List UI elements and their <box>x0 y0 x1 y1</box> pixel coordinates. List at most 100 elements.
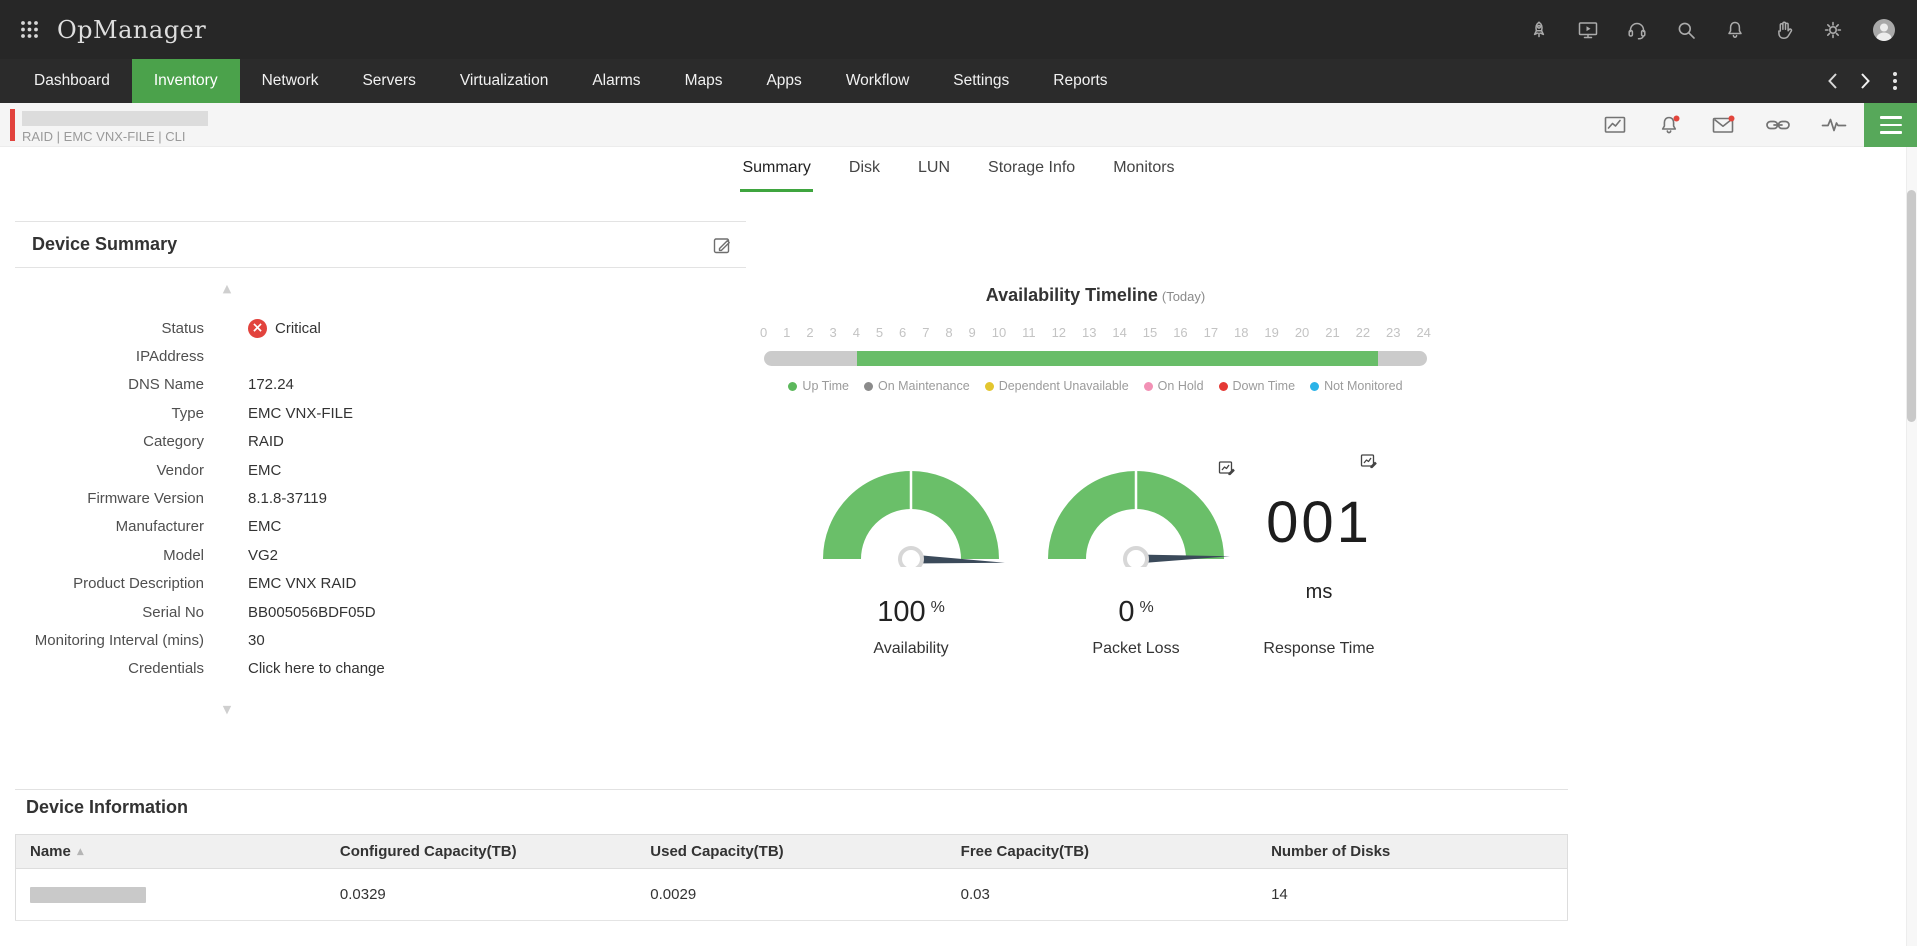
field-type: Type EMC VNX-FILE <box>171 404 354 422</box>
nav-item-dashboard[interactable]: Dashboard <box>12 59 132 103</box>
legend-not-monitored: Not Monitored <box>1310 379 1403 393</box>
availability-timeline-bar[interactable] <box>764 351 1427 366</box>
link-icon[interactable] <box>1765 113 1791 137</box>
legend-dot <box>788 381 798 391</box>
device-summary-fields: Status × Critical IPAddress DNS Name 172… <box>15 314 746 683</box>
nav-item-workflow[interactable]: Workflow <box>824 59 931 103</box>
user-avatar[interactable] <box>1871 17 1897 43</box>
topbar-actions <box>1528 17 1897 43</box>
device-summary-panel: Device Summary ▲ Status × Critical IPAdd… <box>15 221 746 721</box>
nav-item-virtualization[interactable]: Virtualization <box>438 59 570 103</box>
nav-item-alarms[interactable]: Alarms <box>570 59 662 103</box>
field-dns-name: DNS Name 172.24 <box>128 376 294 394</box>
search-icon[interactable] <box>1675 19 1697 41</box>
status-badge: Critical <box>275 319 321 337</box>
tab-disk[interactable]: Disk <box>847 159 882 192</box>
timeline-legend: Up Time On Maintenance Dependent Unavail… <box>764 379 1427 393</box>
response-time-report-icon[interactable] <box>1360 452 1377 469</box>
legend-up-time: Up Time <box>788 379 849 393</box>
column-header-used-capacity[interactable]: Used Capacity(TB) <box>636 834 947 869</box>
legend-dot <box>863 381 873 391</box>
tab-lun[interactable]: LUN <box>916 159 952 192</box>
nav-scroll-right-icon[interactable] <box>1856 68 1875 94</box>
cell-used-capacity: 0.0029 <box>636 868 947 921</box>
column-header-number-of-disks[interactable]: Number of Disks <box>1257 834 1568 869</box>
nav-item-network[interactable]: Network <box>240 59 341 103</box>
nav-more-icon[interactable] <box>1889 68 1901 94</box>
tab-storage-info[interactable]: Storage Info <box>986 159 1077 192</box>
column-header-configured-capacity[interactable]: Configured Capacity(TB) <box>325 834 637 869</box>
cell-configured-capacity: 0.0329 <box>325 868 637 921</box>
field-model: Model VG2 <box>163 546 279 564</box>
email-icon[interactable] <box>1711 113 1735 137</box>
topbar: OpManager <box>0 0 1917 59</box>
legend-on-maintenance: On Maintenance <box>863 379 970 393</box>
nav-item-servers[interactable]: Servers <box>340 59 437 103</box>
packet-loss-value: 0% <box>1118 596 1154 628</box>
device-information-divider <box>15 789 1568 790</box>
nav-item-maps[interactable]: Maps <box>663 59 745 103</box>
timeline-hour-axis: 012 345 678 9 10 11 12 13 14 15 16 17 18 19 20 2… <box>760 325 1431 340</box>
nav-scroll-left-icon[interactable] <box>1823 68 1842 94</box>
packet-loss-label: Packet Loss <box>1092 640 1180 657</box>
cell-number-of-disks: 14 <box>1257 868 1568 921</box>
tab-monitors[interactable]: Monitors <box>1111 159 1176 192</box>
legend-dot <box>1310 381 1320 391</box>
severity-bar <box>10 109 15 141</box>
notifications-bell-icon[interactable] <box>1724 19 1746 41</box>
field-ipaddress: IPAddress <box>135 348 204 366</box>
summary-scroll-down-icon[interactable]: ▼ <box>211 704 243 716</box>
hamburger-menu-button[interactable] <box>1864 103 1917 147</box>
device-information-title: Device Information <box>26 797 189 817</box>
field-vendor: Vendor EMC <box>156 461 282 479</box>
nav-item-settings[interactable]: Settings <box>931 59 1031 103</box>
app-logo: OpManager <box>57 15 207 44</box>
response-time-label: Response Time <box>1263 640 1375 657</box>
availability-timeline-title: Availability Timeline (Today) <box>985 285 1206 305</box>
screen-demo-icon[interactable] <box>1577 19 1599 41</box>
edit-device-icon[interactable] <box>712 235 732 255</box>
legend-dependent-unavailable: Dependent Unavailable <box>984 379 1129 393</box>
field-firmware-version: Firmware Version 8.1.8-37119 <box>87 490 327 508</box>
column-header-name[interactable]: Name ▲ <box>15 834 326 869</box>
field-status: Status × Critical <box>161 318 321 338</box>
whats-new-rocket-icon[interactable] <box>1528 19 1550 41</box>
response-time-value: 001 <box>1266 490 1372 555</box>
timeline-segment <box>764 351 857 366</box>
gesture-hand-icon[interactable] <box>1773 19 1795 41</box>
change-credentials-link[interactable]: Click here to change <box>248 660 385 677</box>
table-header-row: Name ▲ Configured Capacity(TB) Used Capac… <box>15 834 1568 869</box>
alarm-bell-icon[interactable] <box>1657 113 1681 137</box>
response-time-unit: ms <box>1305 581 1333 603</box>
critical-status-icon: × <box>248 318 267 338</box>
response-pulse-icon[interactable] <box>1821 113 1847 137</box>
column-header-free-capacity[interactable]: Free Capacity(TB) <box>946 834 1258 869</box>
availability-value: 100% <box>877 596 945 628</box>
field-monitoring-interval: Monitoring Interval (mins) 30 <box>34 631 265 649</box>
apps-grid-icon[interactable] <box>20 20 39 39</box>
legend-dot <box>1143 381 1153 391</box>
summary-scroll-up-icon[interactable]: ▲ <box>211 283 243 295</box>
support-headset-icon[interactable] <box>1626 19 1648 41</box>
field-category: Category RAID <box>143 433 284 451</box>
nav-item-inventory[interactable]: Inventory <box>131 59 240 103</box>
opmanager-page: OpManager Dashboard Inventory Network Se… <box>0 0 1917 946</box>
field-manufacturer: Manufacturer EMC <box>115 518 282 536</box>
field-product-description: Product Description EMC VNX RAID <box>73 575 357 593</box>
timeline-segment <box>856 351 1378 366</box>
nav-item-reports[interactable]: Reports <box>1031 59 1129 103</box>
settings-gear-icon[interactable] <box>1822 19 1844 41</box>
breadcrumb: RAID | EMC VNX-FILE | CLI <box>22 129 186 144</box>
nav-item-apps[interactable]: Apps <box>744 59 823 103</box>
sort-icon: ▲ <box>76 847 84 857</box>
packet-loss-report-icon[interactable] <box>1218 459 1235 476</box>
cell-free-capacity: 0.03 <box>946 868 1258 921</box>
performance-chart-icon[interactable] <box>1603 113 1627 137</box>
device-tabs: Summary Disk LUN Storage Info Monitors <box>0 147 1917 192</box>
legend-on-hold: On Hold <box>1143 379 1204 393</box>
vertical-scrollbar[interactable] <box>1906 147 1917 946</box>
tab-summary[interactable]: Summary <box>740 159 813 192</box>
device-summary-title: Device Summary <box>32 234 178 254</box>
field-credentials: Credentials Click here to change <box>128 660 385 678</box>
scrollbar-thumb[interactable] <box>1907 190 1916 422</box>
